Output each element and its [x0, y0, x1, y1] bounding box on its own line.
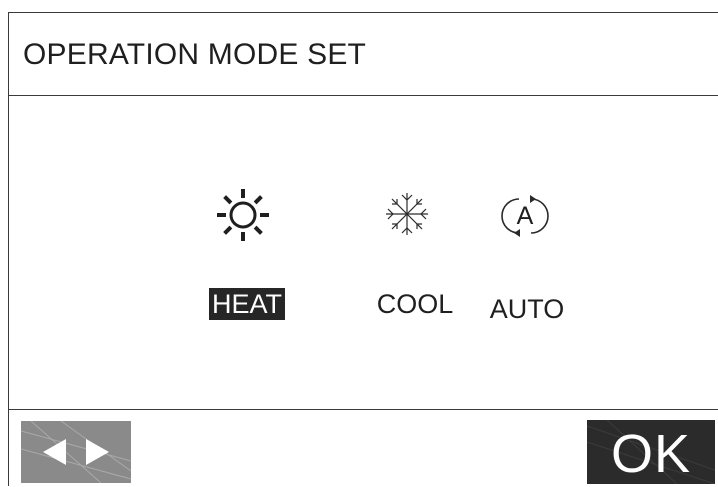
auto-mode-icon: A: [501, 195, 549, 237]
mode-option-auto[interactable]: A AUTO: [475, 13, 595, 343]
ok-button[interactable]: OK: [587, 420, 715, 484]
snowflake-icon: [386, 193, 428, 235]
mode-set-screen: OPERATION MODE SET HEAT COOL A AUTO OK: [8, 12, 718, 486]
right-arrow-icon: [86, 439, 109, 465]
auto-icon-letter: A: [517, 202, 534, 230]
mode-label-heat: HEAT: [187, 288, 307, 320]
ok-label: OK: [610, 424, 692, 484]
bottom-bar: OK: [9, 409, 718, 487]
mode-label-auto: AUTO: [489, 294, 565, 324]
mode-option-cool[interactable]: COOL: [355, 13, 475, 343]
mode-option-heat[interactable]: HEAT: [205, 13, 325, 343]
mode-nav-button[interactable]: [21, 421, 131, 483]
sun-icon: [217, 189, 269, 241]
mode-label-cool: COOL: [376, 289, 454, 319]
